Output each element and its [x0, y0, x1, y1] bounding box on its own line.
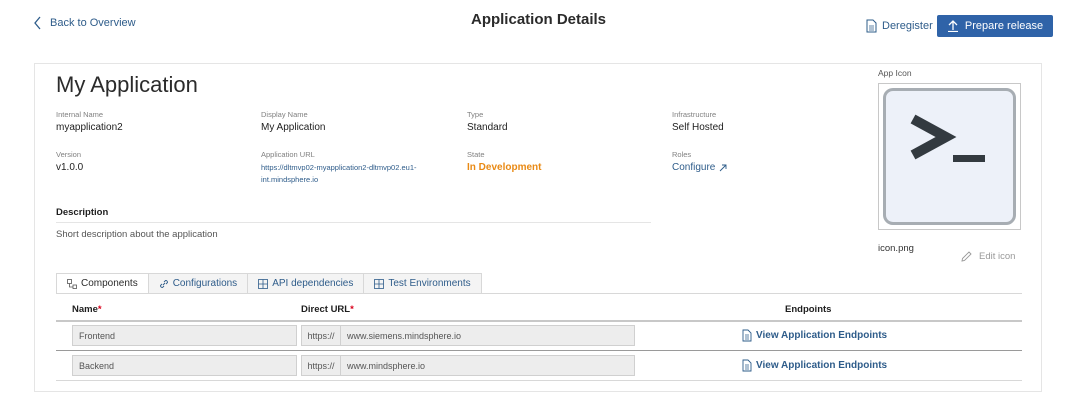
- type-field: Type Standard: [467, 110, 508, 133]
- display-name-label: Display Name: [261, 110, 308, 119]
- roles-field: Roles Configure: [672, 150, 727, 173]
- tab-bar: Components Configurations API dependenci…: [56, 273, 482, 294]
- edit-icon-label: Edit icon: [979, 251, 1016, 262]
- document-icon: [866, 19, 877, 33]
- tab-test-environments-label: Test Environments: [388, 278, 471, 289]
- tab-api-dependencies[interactable]: API dependencies: [248, 273, 365, 294]
- description-text: Short description about the application: [56, 229, 218, 240]
- type-value: Standard: [467, 122, 508, 133]
- description-heading: Description: [56, 207, 109, 218]
- prepare-release-label: Prepare release: [964, 20, 1044, 32]
- terminal-prompt-icon: [883, 88, 1016, 225]
- deregister-button[interactable]: Deregister: [866, 19, 933, 33]
- tab-components[interactable]: Components: [56, 273, 149, 294]
- pencil-icon: [961, 251, 972, 262]
- upload-icon: [947, 20, 958, 32]
- required-marker: *: [97, 304, 102, 315]
- edit-icon-button[interactable]: Edit icon: [960, 250, 1015, 263]
- app-icon-frame: [878, 83, 1021, 230]
- direct-url-input[interactable]: [341, 326, 634, 345]
- component-name-input[interactable]: [72, 355, 297, 376]
- view-endpoints-label: View Application Endpoints: [756, 360, 888, 371]
- direct-url-group: https://: [301, 325, 635, 346]
- column-header-direct-url: Direct URL*: [301, 304, 354, 315]
- document-icon: [742, 359, 752, 372]
- application-url-field: Application URL https://dltmvp02-myappli…: [261, 150, 436, 186]
- roles-label: Roles: [672, 150, 692, 159]
- icon-filename: icon.png: [878, 243, 914, 254]
- internal-name-value: myapplication2: [56, 122, 123, 133]
- internal-name-label: Internal Name: [56, 110, 104, 119]
- row-divider: [56, 380, 1022, 381]
- tab-configurations[interactable]: Configurations: [148, 273, 249, 294]
- link-icon: [159, 279, 168, 288]
- view-endpoints-link[interactable]: View Application Endpoints: [742, 329, 887, 342]
- state-value: In Development: [467, 162, 542, 173]
- application-url-label: Application URL: [261, 150, 315, 159]
- grid-icon: [374, 278, 385, 289]
- tab-api-dependencies-label: API dependencies: [272, 278, 354, 289]
- column-direct-url-label: Direct URL: [301, 304, 351, 315]
- tabs-divider: [56, 293, 1022, 294]
- row-divider: [56, 350, 1022, 351]
- column-header-name: Name*: [72, 304, 102, 315]
- tab-test-environments[interactable]: Test Environments: [364, 273, 482, 294]
- configure-roles-link[interactable]: Configure: [672, 162, 727, 173]
- state-field: State In Development: [467, 150, 541, 173]
- view-endpoints-link[interactable]: View Application Endpoints: [742, 359, 887, 372]
- direct-url-input[interactable]: [341, 356, 634, 375]
- app-icon-label: App Icon: [878, 68, 912, 78]
- tab-components-label: Components: [81, 278, 138, 289]
- internal-name-field: Internal Name myapplication2: [56, 110, 123, 133]
- external-link-icon: [720, 164, 727, 171]
- required-marker: *: [350, 304, 354, 315]
- display-name-value: My Application: [261, 122, 326, 133]
- column-name-label: Name: [72, 304, 98, 315]
- version-value: v1.0.0: [56, 162, 84, 173]
- display-name-field: Display Name My Application: [261, 110, 325, 133]
- state-label: State: [467, 150, 485, 159]
- url-prefix: https://: [302, 356, 341, 375]
- prepare-release-button[interactable]: Prepare release: [937, 15, 1053, 37]
- grid-icon: [258, 278, 269, 289]
- direct-url-group: https://: [301, 355, 635, 376]
- infrastructure-label: Infrastructure: [672, 110, 717, 119]
- component-name-input[interactable]: [72, 325, 297, 346]
- table-header-divider: [56, 320, 1022, 322]
- application-name: My Application: [56, 72, 198, 97]
- version-field: Version v1.0.0: [56, 150, 83, 173]
- view-endpoints-label: View Application Endpoints: [756, 330, 888, 341]
- tab-configurations-label: Configurations: [172, 278, 238, 289]
- configure-label: Configure: [672, 162, 716, 173]
- document-icon: [742, 329, 752, 342]
- components-icon: [67, 278, 77, 289]
- top-bar: Back to Overview Application Details Der…: [0, 0, 1077, 50]
- description-divider: [56, 222, 651, 223]
- infrastructure-field: Infrastructure Self Hosted: [672, 110, 724, 133]
- infrastructure-value: Self Hosted: [672, 122, 724, 133]
- url-prefix: https://: [302, 326, 341, 345]
- application-url-link[interactable]: https://dltmvp02-myapplication2-dltmvp02…: [261, 162, 436, 186]
- column-header-endpoints: Endpoints: [785, 304, 832, 315]
- version-label: Version: [56, 150, 82, 159]
- deregister-label: Deregister: [882, 20, 933, 32]
- type-label: Type: [467, 110, 484, 119]
